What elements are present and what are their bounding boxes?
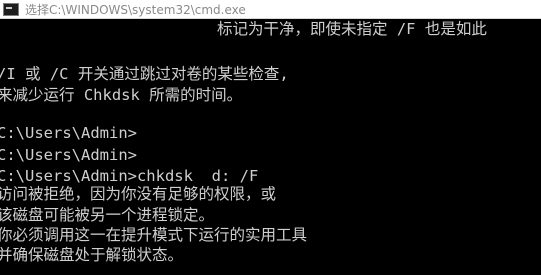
window-title: 选择C:\WINDOWS\system32\cmd.exe (25, 2, 246, 17)
error-line: 访问被拒绝，因为你没有足够的权限，或 (0, 185, 277, 203)
console-output[interactable]: 标记为干净，即使未指定 /F 也是如此 /I 或 /C 开关通过跳过对卷的某些检… (0, 19, 541, 275)
title-bar[interactable]: 选择C:\WINDOWS\system32\cmd.exe (0, 0, 541, 19)
console-line: 来减少运行 Chkdsk 所需的时间。 (0, 86, 243, 104)
prompt-line: C:\Users\Admin> (0, 146, 137, 164)
console-line: 标记为干净，即使未指定 /F 也是如此 (217, 20, 487, 38)
cmd-icon (3, 2, 19, 16)
error-line: 并确保磁盘处于解锁状态。 (0, 246, 184, 264)
console-line: /I 或 /C 开关通过跳过对卷的某些检查, (0, 65, 289, 83)
prompt-line: C:\Users\Admin> (0, 124, 137, 142)
cmd-window: 选择C:\WINDOWS\system32\cmd.exe 标记为干净，即使未指… (0, 0, 541, 275)
command-line: C:\Users\Admin>chkdsk d: /F (0, 167, 259, 185)
error-line: 你必须调用这一在提升模式下运行的实用工具 (0, 226, 308, 244)
error-line: 该磁盘可能被另一个进程锁定。 (0, 206, 215, 224)
